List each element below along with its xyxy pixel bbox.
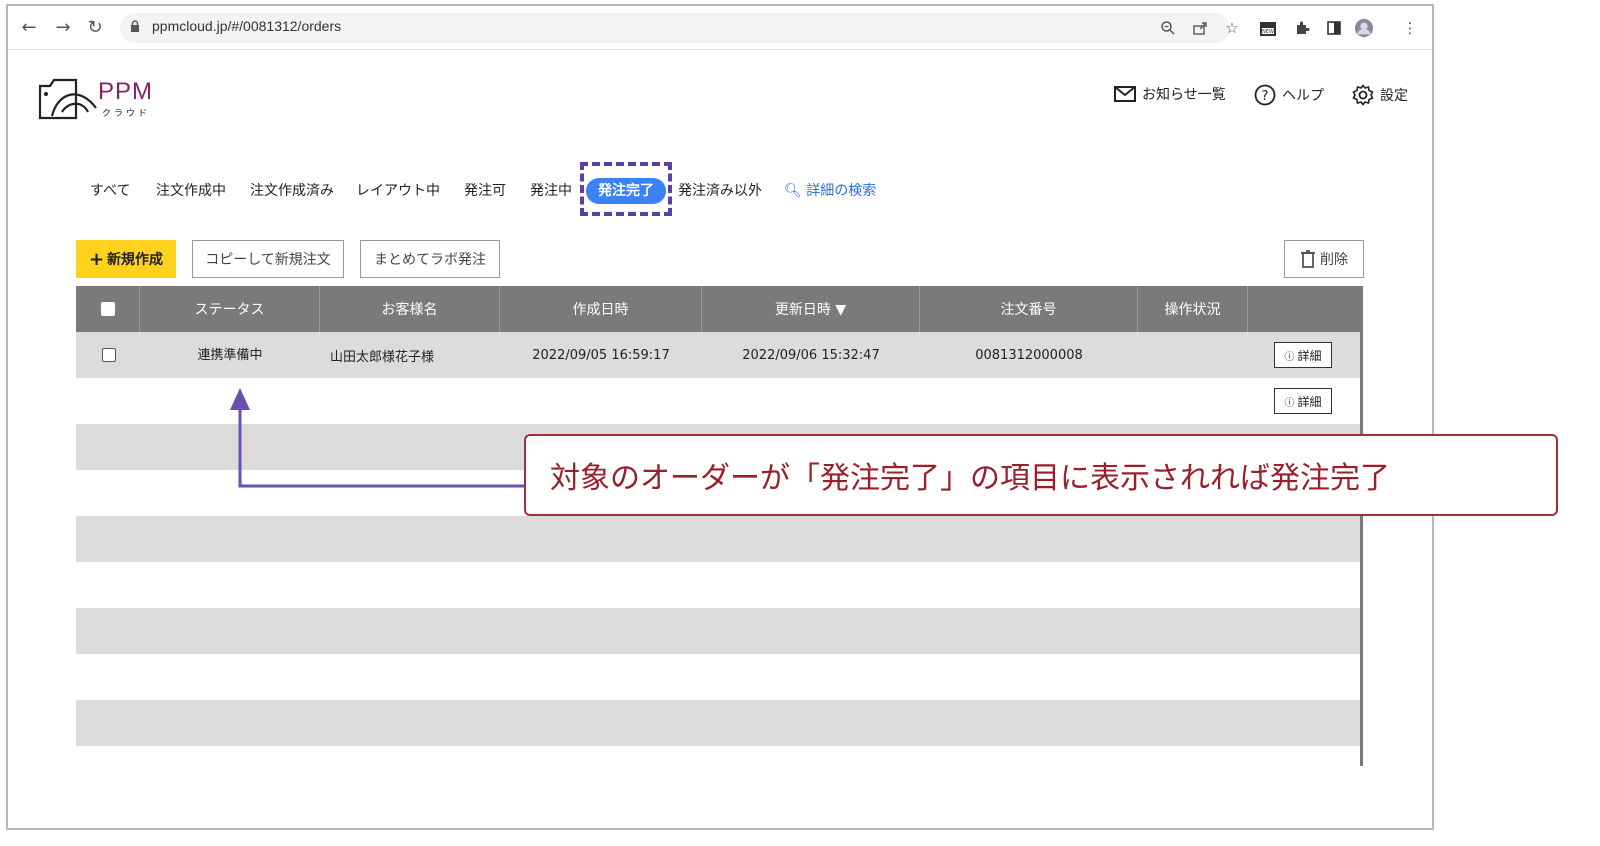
annotation-callout: 対象のオーダーが「発注完了」の項目に表示されれば発注完了: [524, 434, 1558, 516]
callout-text: 対象のオーダーが「発注完了」の項目に表示されれば発注完了: [550, 461, 1390, 496]
browser-window: ← → ↻ ppmcloud.jp/#/0081312/orders ☆ NEW…: [6, 4, 1434, 830]
annotation-arrow: [230, 388, 528, 488]
